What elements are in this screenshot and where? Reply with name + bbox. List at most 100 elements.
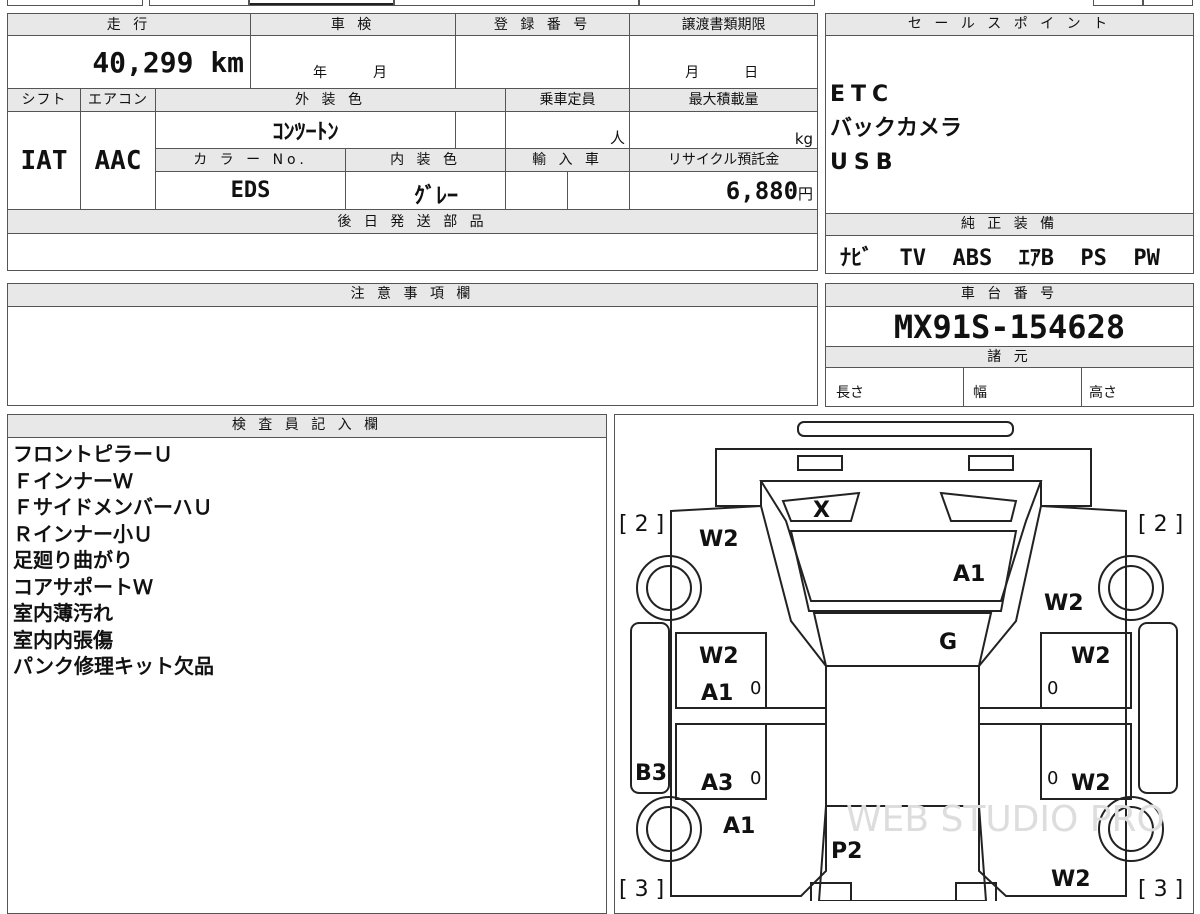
specs-divider (963, 368, 964, 406)
mark-roof-front: A1 (953, 562, 985, 587)
front-bumper-shape (797, 421, 1014, 437)
inspector-item: ＦサイドメンバーハＵ (13, 495, 213, 519)
chassis-value: MX91S-154628 (893, 308, 1126, 346)
capacity-label: 乗車定員 (505, 88, 631, 112)
top-strip-cell (639, 0, 815, 6)
top-strip-cell (394, 0, 639, 6)
notes-label: 注 意 事 項 欄 (8, 284, 817, 307)
sales-points-label: セ ー ル ス ポ イ ン ト (826, 14, 1193, 36)
shaken-label: 車 検 (250, 13, 457, 36)
mark-zero: 0 (1047, 678, 1058, 699)
inspector-item: パンク修理キット欠品 (13, 654, 214, 678)
chassis-label: 車 台 番 号 (826, 284, 1193, 307)
capacity-unit: 人 (505, 111, 631, 149)
mark-zero: 0 (750, 678, 761, 699)
rear-bumper-right-shape (955, 882, 997, 901)
car-diagram: WEB STUDIO PRO X A1 W2 W2 G W2 A1 W2 A3 … (619, 421, 1183, 901)
zero-marks: 0 0 0 0 (750, 678, 1058, 789)
deadline-day-unit: 日 (744, 65, 759, 81)
transfer-deadline-label: 譲渡書類期限 (629, 13, 819, 36)
color-no-value: EDS (154, 171, 347, 210)
mileage-label: 走 行 (6, 13, 252, 36)
mark-rocker-left: B3 (635, 761, 667, 786)
roof-shape (825, 665, 980, 807)
exterior-color-extra (455, 111, 507, 149)
inspector-item: フロントピラーＵ (13, 442, 173, 466)
mark-front-fender-right: W2 (1044, 591, 1084, 616)
interior-color-value: ｸﾞﾚｰ (414, 184, 459, 209)
top-strip-cell (249, 0, 394, 6)
mark-hood-g: G (939, 630, 957, 655)
headlight-left-shape (797, 455, 843, 471)
registration-value (455, 35, 631, 89)
mark-front-door-left2: A1 (701, 681, 733, 706)
top-strip-cell (149, 0, 249, 6)
top-strip-cell (1143, 0, 1193, 6)
wheel-fr-inner (1108, 565, 1154, 611)
color-no-label: カ ラ ー No. (154, 148, 347, 172)
sales-point-item: ETC (830, 82, 895, 107)
light-right-shape (939, 491, 1018, 522)
inspector-item: コアサポートＷ (13, 574, 153, 599)
recycle-unit: 円 (798, 184, 814, 203)
specs-label: 諸 元 (826, 346, 1193, 368)
top-strip (7, 0, 1193, 8)
mark-rear-door-right: W2 (1071, 771, 1111, 796)
interior-color-cell: ｸﾞﾚｰ 系 (345, 171, 507, 210)
bracket-rear-left: [ 3 ] (619, 877, 664, 901)
mark-front-door-right: W2 (1071, 644, 1111, 669)
exterior-color-label: 外 装 色 (154, 88, 507, 112)
watermark: WEB STUDIO PRO (846, 799, 1165, 840)
bracket-front-left: [ 2 ] (619, 512, 664, 537)
bracket-marks: [ 2 ] [ 2 ] [ 3 ] [ 3 ] (619, 512, 1183, 901)
headlight-right-shape (968, 455, 1014, 471)
mark-rear-fender-right: W2 (1051, 867, 1091, 892)
rear-bumper-left-shape (810, 882, 852, 901)
recycle-value: 6,880 (725, 176, 799, 205)
shaken-value: 年 月 (250, 35, 457, 89)
sales-point-item: バックカメラ (830, 116, 963, 141)
wheel-rl-inner (646, 806, 692, 852)
mark-front-glass: X (813, 498, 830, 523)
inspector-item: 足廻り曲がり (13, 548, 133, 572)
shift-value: IAT (7, 111, 81, 210)
max-load-unit: kg (629, 111, 819, 149)
later-parts-label: 後 日 発 送 部 品 (6, 209, 819, 234)
top-strip-cell (1093, 0, 1143, 6)
inspector-item: 室内内張傷 (13, 627, 113, 652)
recycle-value-cell: 6,880円 (629, 171, 819, 210)
standard-equipment-value: ﾅﾋﾞ TV ABS ｴｱB PS PW (840, 246, 1160, 271)
shift-label: シフト (7, 88, 81, 112)
vehicle-info-table: 走 行 車 検 登 録 番 号 譲渡書類期限 40,299 km 年 月 月 日… (6, 13, 819, 271)
roof-front-shape (812, 612, 993, 667)
inspector-label: 検 査 員 記 入 欄 (8, 415, 606, 438)
car-diagram-box: WEB STUDIO PRO X A1 W2 W2 G W2 A1 W2 A3 … (614, 414, 1194, 914)
specs-length: 長さ (836, 385, 864, 401)
inspector-box: 検 査 員 記 入 欄 フロントピラーＵ ＦインナーＷ ＦサイドメンバーハＵ Ｒ… (7, 414, 607, 914)
chassis-box: 車 台 番 号 MX91S-154628 諸 元 長さ 幅 高さ (825, 283, 1194, 407)
mileage-value: 40,299 km (6, 35, 252, 89)
notes-box: 注 意 事 項 欄 (7, 283, 818, 406)
mark-front-fender-left: W2 (699, 527, 739, 552)
bracket-front-right: [ 2 ] (1138, 512, 1183, 537)
exterior-color-value: ｺﾝﾂｰﾄﾝ (154, 111, 457, 149)
shaken-year-unit: 年 (313, 65, 328, 81)
wheel-fl-inner (646, 565, 692, 611)
transfer-deadline-value: 月 日 (629, 35, 819, 89)
registration-label: 登 録 番 号 (455, 13, 631, 36)
specs-height: 高さ (1089, 385, 1117, 401)
later-parts-value (6, 233, 819, 271)
inspector-item: 室内薄汚れ (13, 601, 113, 625)
mark-trunk: P2 (831, 839, 862, 864)
import-value-b (567, 171, 631, 210)
interior-color-label: 内 装 色 (345, 148, 507, 172)
mark-rear-door-left: A3 (701, 771, 733, 796)
sales-points-box: セ ー ル ス ポ イ ン ト ETC バックカメラ USB 純 正 装 備 ﾅ… (825, 13, 1194, 274)
max-load-label: 最大積載量 (629, 88, 819, 112)
aircon-value: AAC (80, 111, 156, 210)
sales-points-list: ETC バックカメラ USB (830, 78, 962, 180)
mark-zero: 0 (1047, 768, 1058, 789)
shaken-month-unit: 月 (373, 65, 388, 81)
deadline-month-unit: 月 (685, 65, 700, 81)
mark-rear-fender-left: A1 (723, 814, 755, 839)
